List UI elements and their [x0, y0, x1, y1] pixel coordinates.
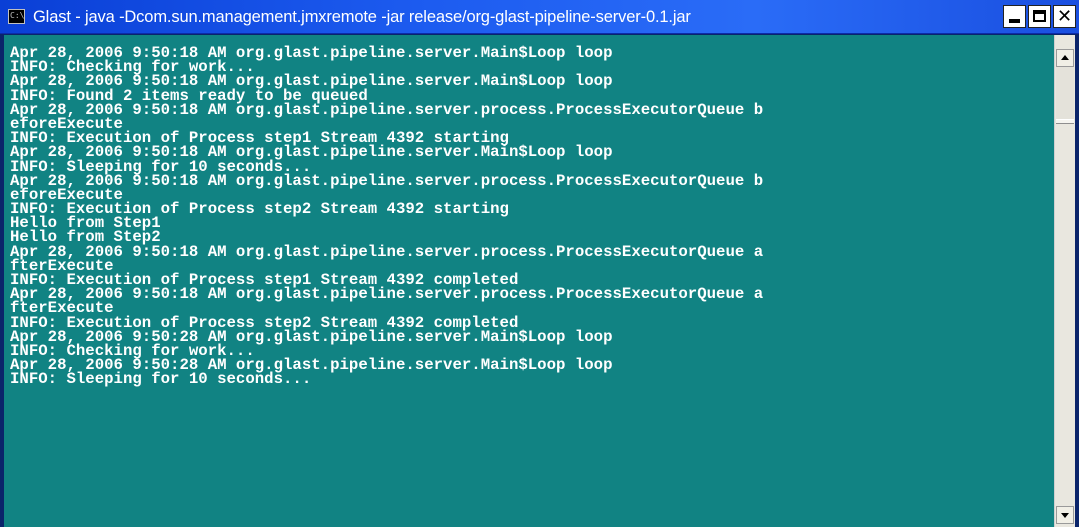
scroll-up-button[interactable]	[1056, 49, 1074, 67]
scroll-thumb[interactable]	[1056, 119, 1074, 124]
console-line: INFO: Sleeping for 10 seconds...	[10, 370, 312, 389]
console-line: Apr 28, 2006 9:50:18 AM org.glast.pipeli…	[10, 285, 764, 304]
vertical-scrollbar[interactable]	[1054, 35, 1075, 527]
window-title: Glast - java -Dcom.sun.management.jmxrem…	[33, 8, 691, 26]
console-line: Apr 28, 2006 9:50:18 AM org.glast.pipeli…	[10, 100, 764, 119]
close-button[interactable]: ✕	[1053, 5, 1076, 28]
console-app-icon[interactable]: C:\	[8, 9, 25, 24]
close-icon: ✕	[1056, 6, 1073, 27]
console-output[interactable]: Apr 28, 2006 9:50:18 AM org.glast.pipeli…	[4, 35, 1054, 527]
console-text: Apr 28, 2006 9:50:18 AM org.glast.pipeli…	[4, 35, 1054, 387]
scroll-up-arrow-icon	[1061, 55, 1069, 60]
scroll-down-arrow-icon	[1061, 513, 1069, 518]
scroll-track[interactable]	[1056, 67, 1074, 119]
maximize-icon	[1033, 10, 1046, 22]
console-line: INFO: Execution of Process step2 Stream …	[10, 200, 509, 219]
console-line: Apr 28, 2006 9:50:18 AM org.glast.pipeli…	[10, 171, 764, 190]
title-bar[interactable]: C:\ Glast - java -Dcom.sun.management.jm…	[0, 0, 1079, 34]
console-window: C:\ Glast - java -Dcom.sun.management.jm…	[0, 0, 1079, 527]
console-line: Hello from Step1	[10, 214, 161, 233]
console-line: Apr 28, 2006 9:50:18 AM org.glast.pipeli…	[10, 242, 764, 261]
minimize-button[interactable]	[1003, 5, 1026, 28]
maximize-button[interactable]	[1028, 5, 1051, 28]
minimize-icon	[1009, 19, 1020, 23]
scroll-down-button[interactable]	[1056, 506, 1074, 524]
